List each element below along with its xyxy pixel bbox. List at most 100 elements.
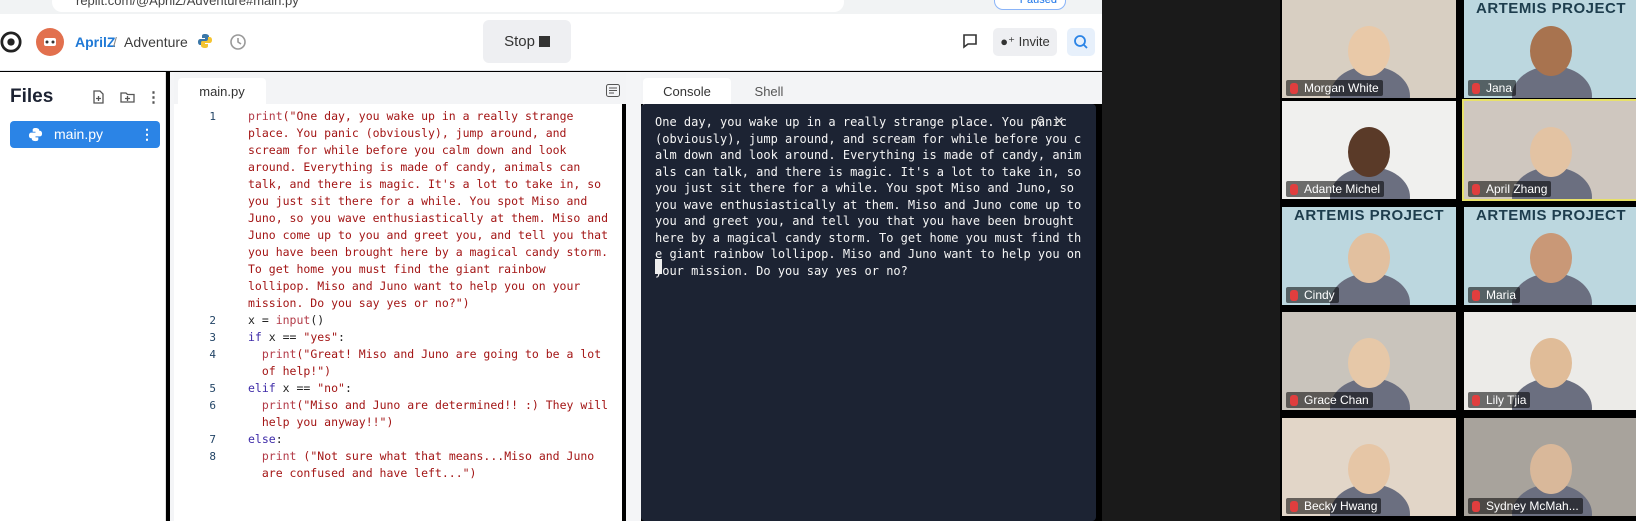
file-item-main-py[interactable]: main.py ⋮ xyxy=(10,121,160,148)
code-line: print("Great! Miso and Juno are going to… xyxy=(248,346,601,363)
code-token: if xyxy=(248,330,262,344)
participant-name: Adante Michel xyxy=(1286,181,1385,197)
editor-tab-main-py[interactable]: main.py xyxy=(178,78,266,106)
code-token: "yes" xyxy=(303,330,339,344)
code-token: print xyxy=(261,398,297,412)
participant-face xyxy=(1348,127,1390,177)
participant-name-text: Jana xyxy=(1486,81,1513,95)
muted-mic-icon xyxy=(1472,395,1480,406)
pane-resize-handle[interactable] xyxy=(626,72,641,521)
code-token: () xyxy=(310,313,325,327)
code-token: input xyxy=(275,313,311,327)
muted-mic-icon xyxy=(1290,395,1298,406)
code-token: ("Great! Miso and Juno are going to be a… xyxy=(296,347,602,361)
participant-name-text: Adante Michel xyxy=(1304,182,1381,196)
new-folder-icon[interactable] xyxy=(120,90,135,104)
python-language-icon xyxy=(198,34,212,48)
code-token: : xyxy=(338,330,345,344)
participant-tile[interactable]: Grace Chan xyxy=(1282,312,1456,410)
code-line: print("One day, you wake up in a really … xyxy=(248,108,573,125)
editor-tab-label: main.py xyxy=(199,84,245,99)
project-name[interactable]: Adventure xyxy=(124,34,188,50)
username-link[interactable]: AprilZ xyxy=(75,34,115,50)
python-file-icon xyxy=(28,127,43,142)
participant-tile[interactable]: Becky Hwang xyxy=(1282,418,1456,516)
user-avatar[interactable] xyxy=(36,28,64,56)
participant-tile[interactable]: Lily Tjia xyxy=(1464,312,1636,410)
code-line: place. You panic (obviously), jump aroun… xyxy=(248,125,567,142)
history-icon[interactable] xyxy=(229,33,247,51)
code-line: you just sit there for a while. You spot… xyxy=(248,193,587,210)
invite-button[interactable]: ●⁺ Invite xyxy=(993,28,1057,56)
search-button[interactable] xyxy=(1067,28,1095,56)
console-clear-icon[interactable]: ✕ xyxy=(1054,114,1064,128)
code-token: scream for while before you calm down an… xyxy=(248,143,567,157)
participant-name-text: Becky Hwang xyxy=(1304,499,1378,513)
code-line: mission. Do you say yes or no?") xyxy=(248,295,470,312)
code-token: Juno come up to you and greet you, and t… xyxy=(248,228,609,242)
code-line: print ("Not sure what that means...Miso … xyxy=(248,448,594,465)
code-editor[interactable]: 1 print("One day, you wake up in a really… xyxy=(174,104,622,521)
screen: replit.com/@AprilZ/Adventure#main.py Pau… xyxy=(0,0,1636,521)
tab-console[interactable]: Console xyxy=(643,78,731,106)
participant-tile[interactable]: ARTEMIS PROJECT Jana xyxy=(1464,0,1636,98)
console-output[interactable]: One day, you wake up in a really strange… xyxy=(641,104,1096,521)
muted-mic-icon xyxy=(1290,184,1298,195)
line-number: 8 xyxy=(209,450,216,463)
participant-face xyxy=(1530,127,1572,177)
tab-shell[interactable]: Shell xyxy=(733,78,805,106)
participant-name: Jana xyxy=(1468,80,1517,96)
new-file-icon[interactable] xyxy=(91,90,105,104)
code-line: help you anyway!!") xyxy=(248,414,394,431)
chat-icon[interactable] xyxy=(962,33,978,49)
participant-tile[interactable]: Morgan White xyxy=(1282,0,1456,98)
console-search-icon[interactable]: ⚲ xyxy=(1036,114,1045,128)
code-token: talk, and there is magic. It's a lot to … xyxy=(248,177,602,191)
participant-tile[interactable]: Adante Michel xyxy=(1282,101,1456,199)
paused-badge[interactable]: Paused xyxy=(994,0,1066,10)
code-token: you have been brought here by a magical … xyxy=(248,245,609,259)
code-token: : xyxy=(275,432,283,446)
participant-name-text: Lily Tjia xyxy=(1486,393,1527,407)
format-icon[interactable] xyxy=(606,84,620,97)
code-token: elif xyxy=(248,381,276,395)
code-line: you have been brought here by a magical … xyxy=(248,244,608,261)
code-line: To get home you must find the giant rain… xyxy=(248,261,546,278)
files-menu-icon[interactable]: ⋮ xyxy=(146,88,161,106)
muted-mic-icon xyxy=(1290,501,1298,512)
muted-mic-icon xyxy=(1472,290,1480,301)
code-token: : xyxy=(344,381,352,395)
url-field[interactable]: replit.com/@AprilZ/Adventure#main.py xyxy=(52,0,844,12)
code-token: of help!") xyxy=(248,364,332,378)
participant-name: Lily Tjia xyxy=(1468,392,1531,408)
participant-tile[interactable]: ARTEMIS PROJECT Cindy xyxy=(1282,207,1456,305)
stop-button[interactable]: Stop xyxy=(483,20,571,63)
breadcrumb-separator: / xyxy=(113,34,117,50)
participant-name-text: Maria xyxy=(1486,288,1517,302)
file-name: main.py xyxy=(54,126,104,142)
participant-tile[interactable]: Sydney McMah... xyxy=(1464,418,1636,516)
code-token: x == xyxy=(261,330,304,344)
participant-name: Morgan White xyxy=(1286,80,1383,96)
participant-face xyxy=(1348,338,1390,388)
search-icon xyxy=(1074,35,1088,49)
participant-name: Maria xyxy=(1468,287,1521,303)
line-number: 3 xyxy=(209,331,216,344)
file-item-menu-icon[interactable]: ⋮ xyxy=(140,121,154,148)
code-token: print xyxy=(261,449,297,463)
participant-tile[interactable]: April Zhang xyxy=(1462,99,1636,201)
virtual-background-banner: ARTEMIS PROJECT xyxy=(1293,207,1444,224)
participant-face xyxy=(1348,26,1390,76)
line-number: 6 xyxy=(209,399,216,412)
virtual-background-banner: ARTEMIS PROJECT xyxy=(1475,0,1626,17)
participant-tile[interactable]: ARTEMIS PROJECT Maria xyxy=(1464,207,1636,305)
replit-logo-icon[interactable] xyxy=(0,28,22,56)
add-user-icon: ●⁺ xyxy=(1000,34,1019,49)
files-title: Files xyxy=(10,86,54,107)
code-token: To get home you must find the giant rain… xyxy=(248,262,546,276)
invite-label: Invite xyxy=(1018,34,1050,49)
code-line: else: xyxy=(248,431,283,448)
participant-name: Grace Chan xyxy=(1286,392,1373,408)
